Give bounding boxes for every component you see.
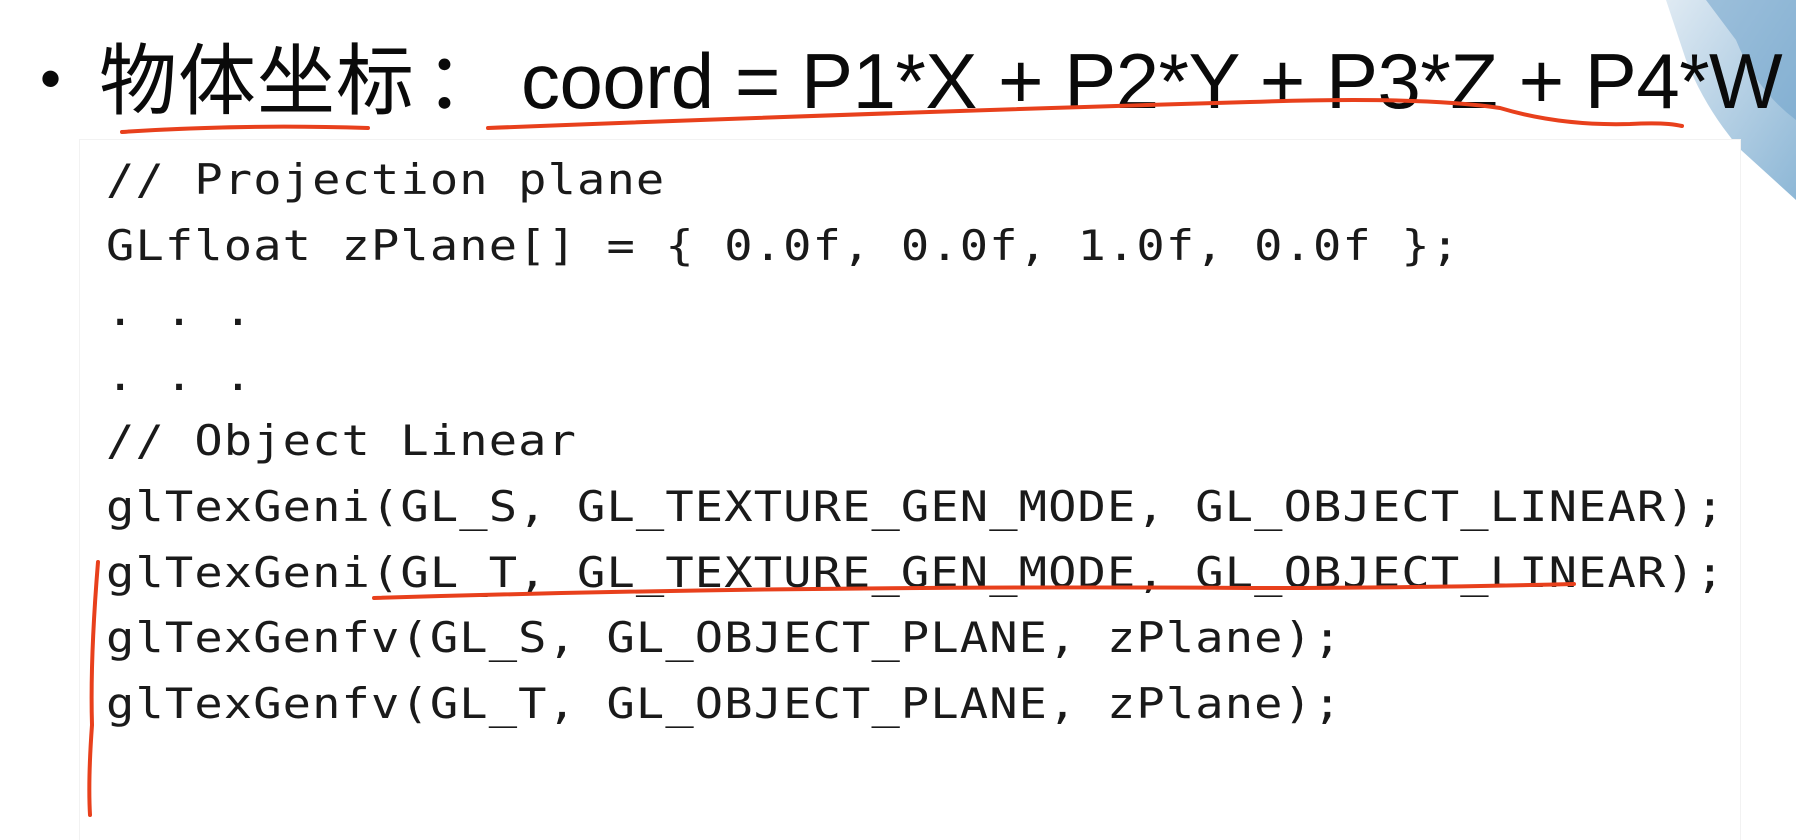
code-ellipsis: . . . bbox=[106, 351, 254, 400]
code-comment-projection: // Projection plane bbox=[106, 155, 666, 204]
title-label: 物体坐标 bbox=[99, 37, 416, 125]
code-line-texgeni-t: glTexGeni(GL_T, GL_TEXTURE_GEN_MODE, GL_… bbox=[106, 548, 1726, 597]
code-ellipsis: . . . bbox=[106, 286, 254, 335]
code-line-texgenfv-s: glTexGenfv(GL_S, GL_OBJECT_PLANE, zPlane… bbox=[106, 613, 1343, 662]
code-line-zplane: GLfloat zPlane[] = { 0.0f, 0.0f, 1.0f, 0… bbox=[106, 221, 1461, 270]
coord-formula: coord = P1*X + P2*Y + P3*Z + P4*W bbox=[521, 37, 1783, 125]
code-comment-object-linear: // Object Linear bbox=[106, 416, 578, 465]
slide-heading: • 物体坐标 ： coord = P1*X + P2*Y + P3*Z + P4… bbox=[40, 26, 1783, 136]
code-line-texgeni-s: glTexGeni(GL_S, GL_TEXTURE_GEN_MODE, GL_… bbox=[106, 482, 1726, 531]
bullet-point: • bbox=[40, 45, 62, 112]
code-line-texgenfv-t: glTexGenfv(GL_T, GL_OBJECT_PLANE, zPlane… bbox=[106, 679, 1343, 728]
title-separator: ： bbox=[425, 37, 504, 125]
